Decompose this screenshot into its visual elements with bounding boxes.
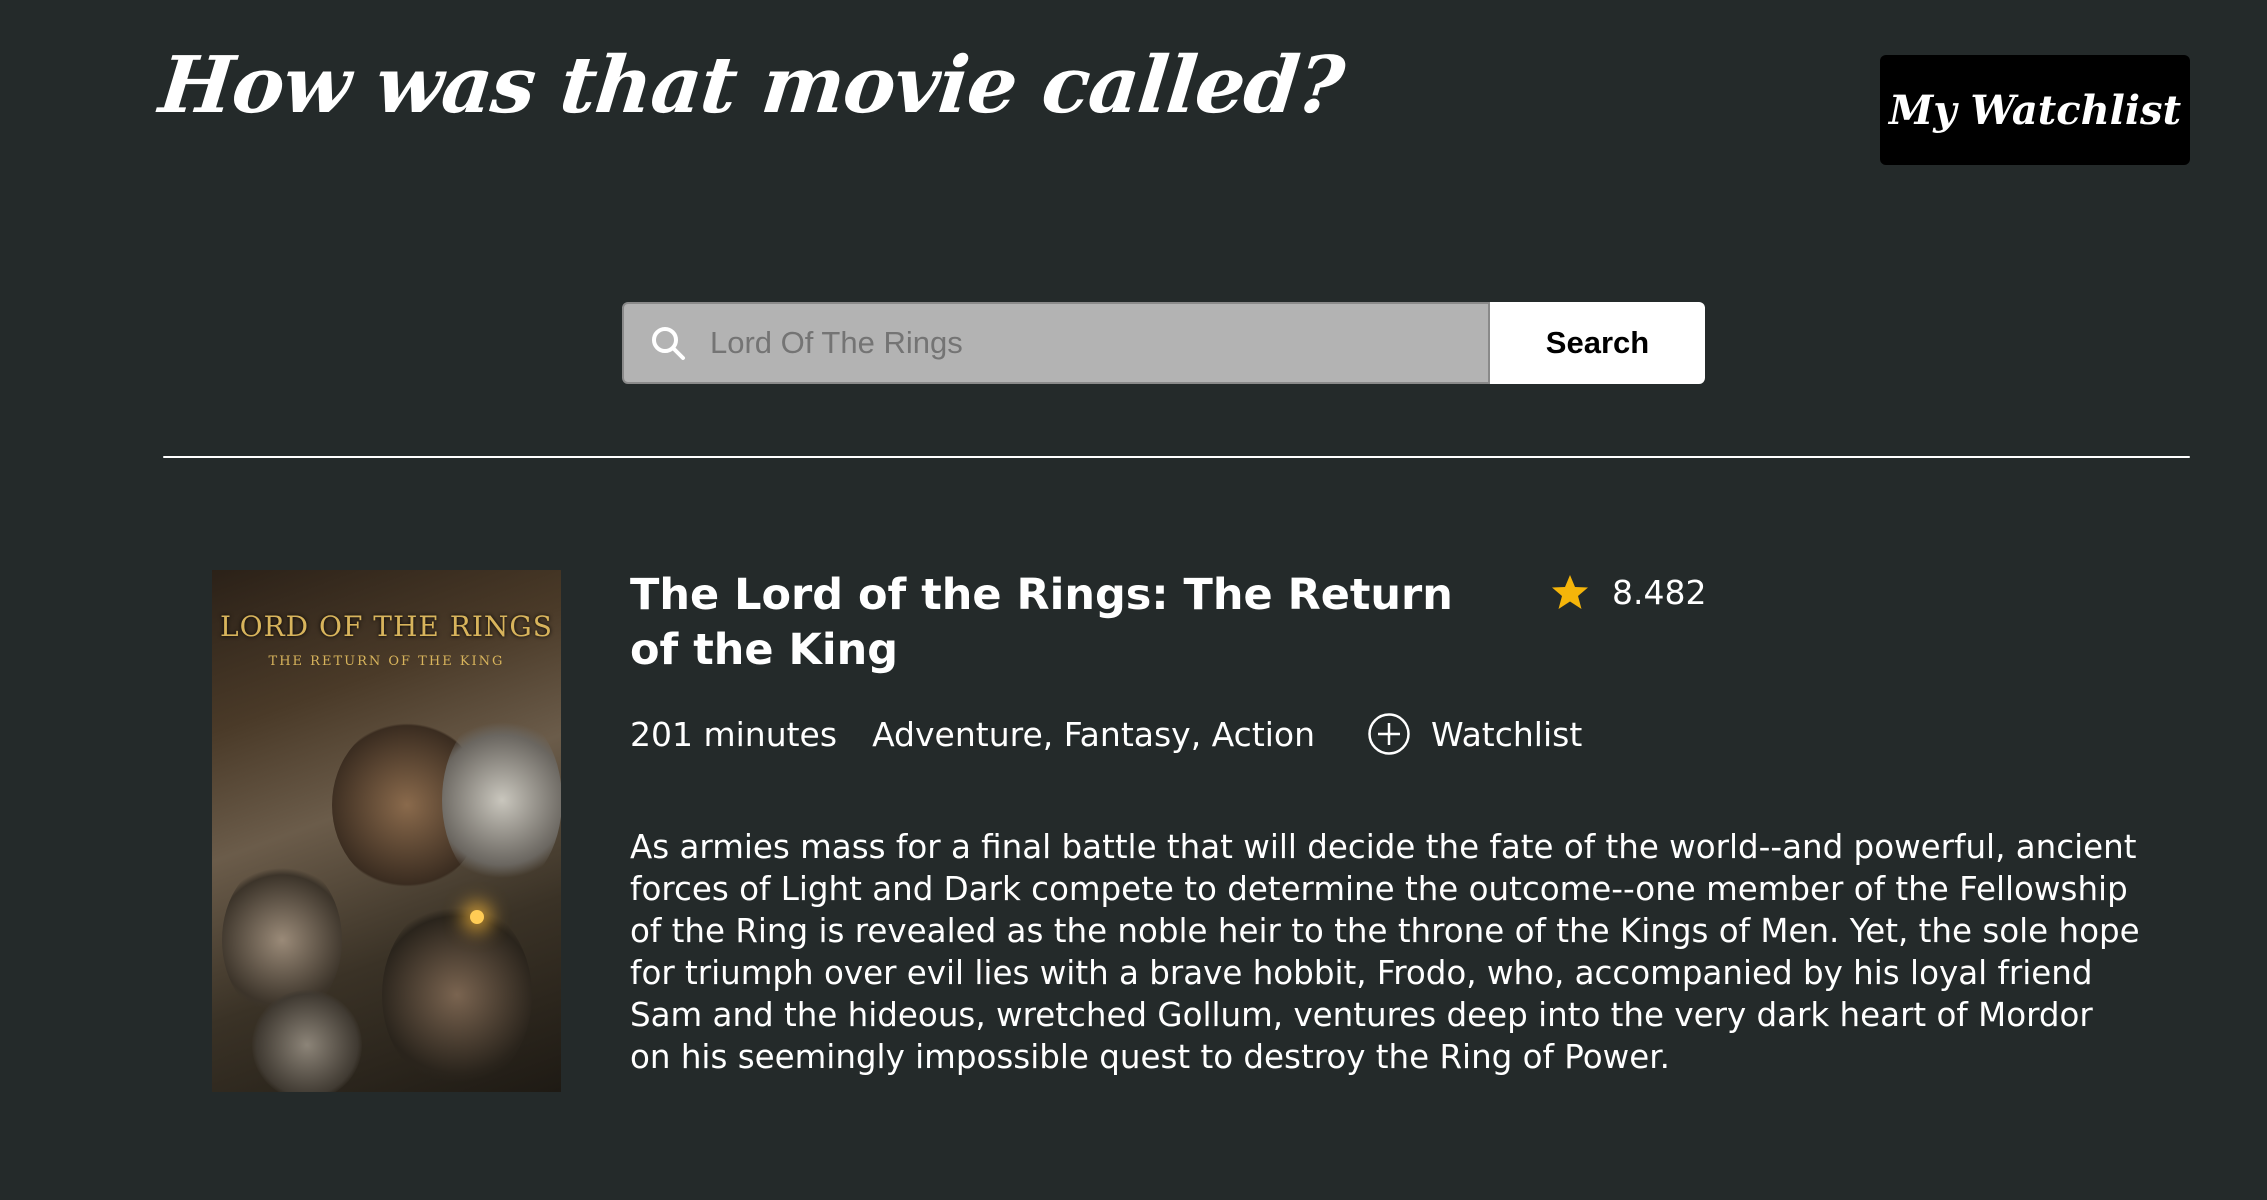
rating-value: 8.482 [1612,572,1707,612]
rating: 8.482 [1550,568,1706,616]
divider [163,456,2190,458]
search-input[interactable] [710,325,1470,361]
poster-title: LORD OF THE RINGS [220,610,553,643]
add-to-watchlist-button[interactable]: Watchlist [1367,712,1582,756]
genres: Adventure, Fantasy, Action [872,714,1316,754]
search-bar: Search [622,302,1705,384]
star-icon [1552,575,1588,609]
search-icon [652,327,685,360]
movie-meta: 201 minutes Adventure, Fantasy, Action W… [630,708,1582,760]
poster-subtitle: THE RETURN OF THE KING [268,654,505,669]
movie-overview: As armies mass for a final battle that w… [630,828,2140,1076]
site-title: How was that movie called? [155,40,1348,131]
runtime: 201 minutes [630,714,838,754]
search-field-container[interactable] [622,302,1490,384]
movie-title: The Lord of the Rings: The Return of the… [630,570,1453,675]
search-button[interactable]: Search [1490,302,1705,384]
plus-circle-icon [1368,713,1410,755]
movie-poster: LORD OF THE RINGS THE RETURN OF THE KING [212,570,561,1092]
add-to-watchlist-label: Watchlist [1431,714,1583,754]
my-watchlist-button[interactable]: My Watchlist [1880,55,2190,165]
